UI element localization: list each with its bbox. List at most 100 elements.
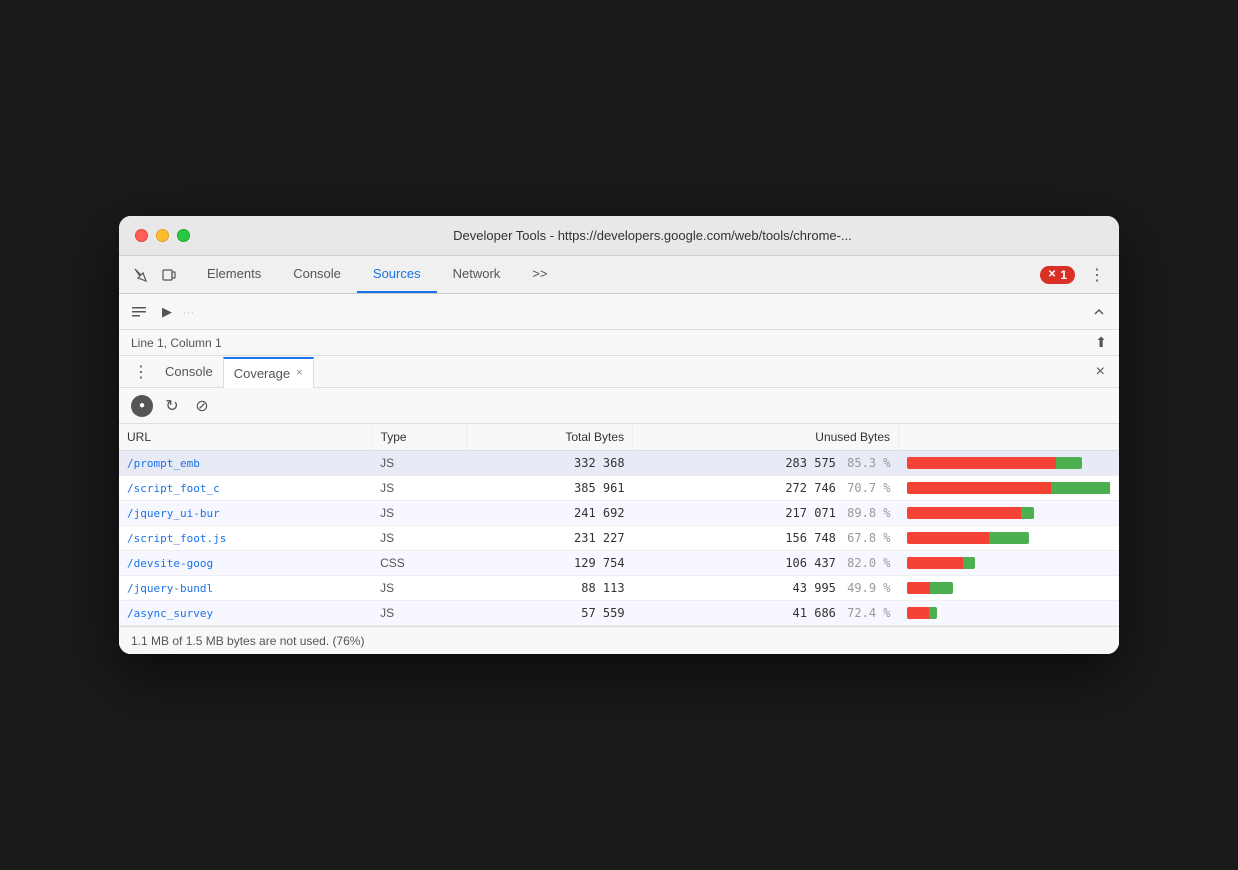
- tabs-right-area: ✕ 1 ⋮: [1040, 261, 1111, 289]
- cell-unused-bytes: 217 071 89.8 %: [633, 501, 899, 526]
- table-row[interactable]: /prompt_emb JS 332 368 283 575 85.3 %: [119, 451, 1119, 476]
- cell-url[interactable]: /script_foot.js: [119, 526, 372, 551]
- panel-menu-button[interactable]: ⋮: [127, 362, 155, 382]
- table-row[interactable]: /jquery-bundl JS 88 113 43 995 49.9 %: [119, 576, 1119, 601]
- cell-type: JS: [372, 601, 466, 626]
- tab-network[interactable]: Network: [437, 256, 517, 293]
- cell-unused-bytes: 106 437 82.0 %: [633, 551, 899, 576]
- usage-bar: [907, 482, 1111, 494]
- tab-more[interactable]: >>: [516, 256, 563, 293]
- col-bar: [899, 424, 1119, 451]
- cell-url[interactable]: /jquery-bundl: [119, 576, 372, 601]
- cell-url[interactable]: /async_survey: [119, 601, 372, 626]
- cell-type: JS: [372, 576, 466, 601]
- error-badge[interactable]: ✕ 1: [1040, 266, 1075, 284]
- devtools-tab-bar: Elements Console Sources Network >> ✕ 1 …: [119, 256, 1119, 294]
- device-icon[interactable]: [155, 261, 183, 289]
- more-options-button[interactable]: ⋮: [1083, 261, 1111, 289]
- unused-bar: [907, 557, 963, 569]
- used-bar: [989, 532, 1028, 544]
- table-row[interactable]: /script_foot_c JS 385 961 272 746 70.7 %: [119, 476, 1119, 501]
- cell-bar: [899, 551, 1119, 576]
- col-unused-bytes: Unused Bytes: [633, 424, 899, 451]
- cell-bar: [899, 526, 1119, 551]
- inspect-icon[interactable]: [127, 261, 155, 289]
- devtools-tabs: Elements Console Sources Network >>: [191, 256, 1040, 293]
- col-url: URL: [119, 424, 372, 451]
- cell-total-bytes: 385 961: [466, 476, 632, 501]
- cell-total-bytes: 88 113: [466, 576, 632, 601]
- cell-type: CSS: [372, 551, 466, 576]
- cell-bar: [899, 576, 1119, 601]
- coverage-table-body: /prompt_emb JS 332 368 283 575 85.3 % /s…: [119, 451, 1119, 626]
- coverage-panel: ⋮ Console Coverage × × ● ↻ ⊘ URL Type T: [119, 356, 1119, 654]
- cell-unused-bytes: 272 746 70.7 %: [633, 476, 899, 501]
- window-title: Developer Tools - https://developers.goo…: [202, 228, 1103, 243]
- cell-unused-bytes: 283 575 85.3 %: [633, 451, 899, 476]
- usage-bar: [907, 507, 1035, 519]
- tab-console-drawer[interactable]: Console: [155, 356, 223, 387]
- line-column-info: Line 1, Column 1: [131, 336, 222, 350]
- unused-bar: [907, 532, 990, 544]
- table-row[interactable]: /async_survey JS 57 559 41 686 72.4 %: [119, 601, 1119, 626]
- cell-url[interactable]: /devsite-goog: [119, 551, 372, 576]
- coverage-summary: 1.1 MB of 1.5 MB bytes are not used. (76…: [131, 634, 364, 648]
- cell-total-bytes: 241 692: [466, 501, 632, 526]
- cell-bar: [899, 601, 1119, 626]
- minimize-button[interactable]: [156, 229, 169, 242]
- close-panel-button[interactable]: ×: [1090, 363, 1111, 381]
- sources-sub-toolbar: ▶ ···: [119, 294, 1119, 330]
- close-button[interactable]: [135, 229, 148, 242]
- cell-type: JS: [372, 451, 466, 476]
- record-button[interactable]: ●: [131, 395, 153, 417]
- cell-type: JS: [372, 501, 466, 526]
- table-row[interactable]: /jquery_ui-bur JS 241 692 217 071 89.8 %: [119, 501, 1119, 526]
- maximize-button[interactable]: [177, 229, 190, 242]
- cell-url[interactable]: /script_foot_c: [119, 476, 372, 501]
- panel-tabs-bar: ⋮ Console Coverage × ×: [119, 356, 1119, 388]
- close-coverage-tab[interactable]: ×: [296, 367, 302, 379]
- cell-total-bytes: 231 227: [466, 526, 632, 551]
- expand-icon[interactable]: [1087, 300, 1111, 324]
- unused-bar: [907, 482, 1051, 494]
- usage-bar: [907, 607, 937, 619]
- tab-coverage[interactable]: Coverage ×: [223, 357, 314, 388]
- used-bar: [929, 607, 937, 619]
- clear-button[interactable]: ⊘: [191, 395, 213, 417]
- tab-elements[interactable]: Elements: [191, 256, 277, 293]
- cell-bar: [899, 501, 1119, 526]
- toggle-sidebar-icon[interactable]: [127, 300, 151, 324]
- title-bar: Developer Tools - https://developers.goo…: [119, 216, 1119, 256]
- table-row[interactable]: /script_foot.js JS 231 227 156 748 67.8 …: [119, 526, 1119, 551]
- cell-unused-bytes: 43 995 49.9 %: [633, 576, 899, 601]
- coverage-table: URL Type Total Bytes Unused Bytes /promp…: [119, 424, 1119, 626]
- traffic-lights: [135, 229, 190, 242]
- cell-unused-bytes: 156 748 67.8 %: [633, 526, 899, 551]
- tab-console[interactable]: Console: [277, 256, 357, 293]
- error-icon: ✕: [1048, 269, 1056, 280]
- cell-bar: [899, 451, 1119, 476]
- table-header: URL Type Total Bytes Unused Bytes: [119, 424, 1119, 451]
- unused-bar: [907, 457, 1057, 469]
- col-total-bytes: Total Bytes: [466, 424, 632, 451]
- format-icon[interactable]: ⬆: [1095, 334, 1107, 351]
- unused-bar: [907, 582, 930, 594]
- col-type: Type: [372, 424, 466, 451]
- devtools-window: Developer Tools - https://developers.goo…: [119, 216, 1119, 654]
- cell-unused-bytes: 41 686 72.4 %: [633, 601, 899, 626]
- cell-total-bytes: 57 559: [466, 601, 632, 626]
- refresh-button[interactable]: ↻: [161, 395, 183, 417]
- usage-bar: [907, 457, 1083, 469]
- unused-bar: [907, 607, 929, 619]
- used-bar: [963, 557, 975, 569]
- table-row[interactable]: /devsite-goog CSS 129 754 106 437 82.0 %: [119, 551, 1119, 576]
- breadcrumb-inputs: ···: [183, 304, 1083, 319]
- used-bar: [1051, 482, 1111, 494]
- tab-sources[interactable]: Sources: [357, 256, 437, 293]
- line-info-bar: Line 1, Column 1 ⬆: [119, 330, 1119, 356]
- cell-url[interactable]: /prompt_emb: [119, 451, 372, 476]
- play-icon[interactable]: ▶: [155, 300, 179, 324]
- coverage-toolbar: ● ↻ ⊘: [119, 388, 1119, 424]
- error-count: 1: [1060, 268, 1067, 282]
- cell-url[interactable]: /jquery_ui-bur: [119, 501, 372, 526]
